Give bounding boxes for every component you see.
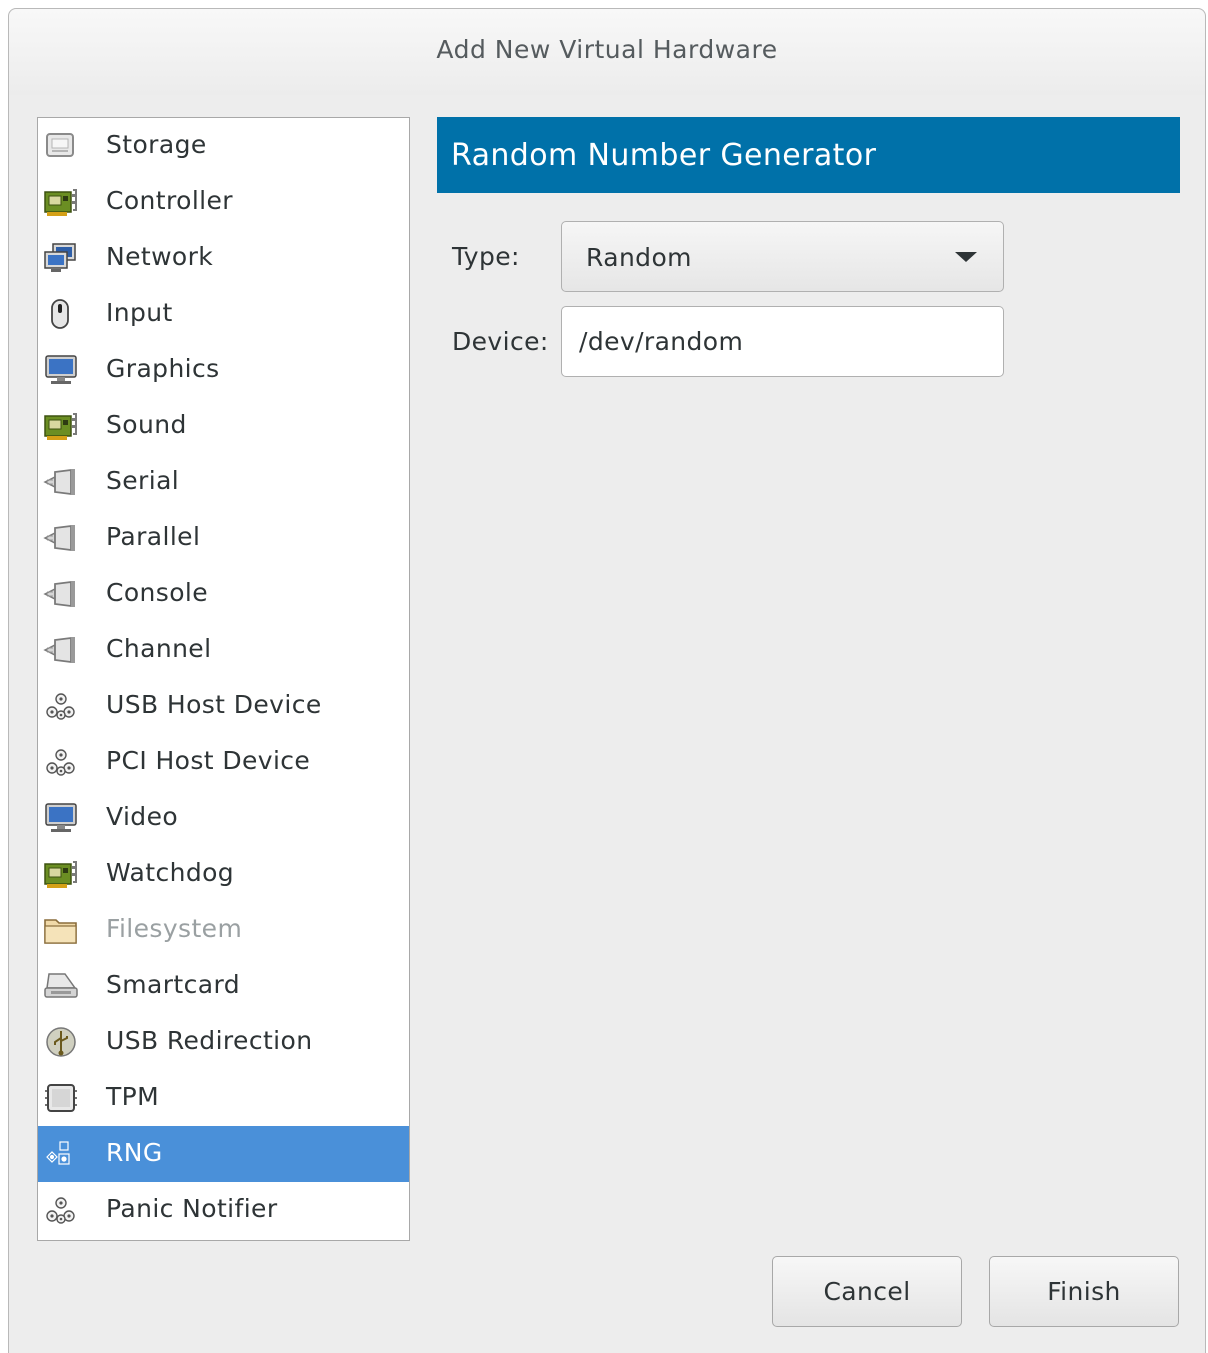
hardware-item-label: TPM — [106, 1082, 160, 1111]
hardware-item-label: Panic Notifier — [106, 1194, 278, 1223]
usb-redirection-icon — [43, 1026, 79, 1058]
rng-icon — [43, 1138, 79, 1170]
finish-button[interactable]: Finish — [989, 1256, 1179, 1327]
hardware-item-label: Smartcard — [106, 970, 240, 999]
hardware-item-console[interactable]: Console — [38, 566, 409, 622]
hardware-item-label: Controller — [106, 186, 233, 215]
hardware-item-serial[interactable]: Serial — [38, 454, 409, 510]
type-label: Type: — [452, 242, 520, 271]
hardware-item-label: USB Redirection — [106, 1026, 313, 1055]
hardware-item-input[interactable]: Input — [38, 286, 409, 342]
type-combobox-value: Random — [586, 243, 692, 272]
hardware-item-watchdog[interactable]: Watchdog — [38, 846, 409, 902]
sound-card-icon — [43, 410, 79, 442]
dropdown-arrow-icon — [955, 252, 977, 262]
dialog-title: Add New Virtual Hardware — [436, 35, 778, 64]
hardware-item-graphics[interactable]: Graphics — [38, 342, 409, 398]
hardware-item-smartcard[interactable]: Smartcard — [38, 958, 409, 1014]
pci-host-device-icon — [43, 746, 79, 778]
hardware-item-usb-redirection[interactable]: USB Redirection — [38, 1014, 409, 1070]
hardware-item-label: Watchdog — [106, 858, 235, 887]
network-icon — [43, 242, 79, 274]
hardware-item-label: Filesystem — [106, 914, 243, 943]
hardware-item-storage[interactable]: Storage — [38, 118, 409, 174]
mouse-icon — [43, 298, 79, 330]
dialog-titlebar[interactable]: Add New Virtual Hardware — [9, 9, 1205, 95]
hardware-item-filesystem[interactable]: Filesystem — [38, 902, 409, 958]
video-icon — [43, 802, 79, 834]
hardware-item-controller[interactable]: Controller — [38, 174, 409, 230]
smartcard-icon — [43, 970, 79, 1002]
type-combobox[interactable]: Random — [561, 221, 1004, 292]
hardware-type-list[interactable]: Storage Controller Network Input Graphics Sou… — [37, 117, 410, 1241]
device-input[interactable] — [561, 306, 1004, 377]
hardware-item-sound[interactable]: Sound — [38, 398, 409, 454]
hardware-item-video[interactable]: Video — [38, 790, 409, 846]
hardware-item-label: Serial — [106, 466, 180, 495]
usb-host-device-icon — [43, 690, 79, 722]
panic-notifier-icon — [43, 1194, 79, 1226]
hardware-item-label: Channel — [106, 634, 212, 663]
hardware-item-tpm[interactable]: TPM — [38, 1070, 409, 1126]
hardware-item-label: Parallel — [106, 522, 201, 551]
folder-icon — [43, 914, 79, 946]
monitor-icon — [43, 354, 79, 386]
section-header: Random Number Generator — [437, 117, 1180, 193]
parallel-icon — [43, 522, 79, 554]
add-hardware-dialog: Add New Virtual Hardware Storage Controll… — [8, 8, 1206, 1353]
hardware-item-label: Sound — [106, 410, 187, 439]
hardware-item-pci-host-device[interactable]: PCI Host Device — [38, 734, 409, 790]
hardware-item-label: RNG — [106, 1138, 163, 1167]
channel-icon — [43, 634, 79, 666]
console-icon — [43, 578, 79, 610]
serial-icon — [43, 466, 79, 498]
hardware-item-panic-notifier[interactable]: Panic Notifier — [38, 1182, 409, 1238]
controller-icon — [43, 186, 79, 218]
hardware-item-label: USB Host Device — [106, 690, 322, 719]
section-title: Random Number Generator — [451, 138, 877, 173]
tpm-chip-icon — [43, 1082, 79, 1114]
hardware-item-label: Storage — [106, 130, 207, 159]
hardware-item-label: Input — [106, 298, 173, 327]
cancel-button[interactable]: Cancel — [772, 1256, 962, 1327]
watchdog-icon — [43, 858, 79, 890]
hardware-item-network[interactable]: Network — [38, 230, 409, 286]
storage-icon — [43, 130, 79, 162]
hardware-item-parallel[interactable]: Parallel — [38, 510, 409, 566]
hardware-item-usb-host-device[interactable]: USB Host Device — [38, 678, 409, 734]
hardware-item-rng[interactable]: RNG — [38, 1126, 409, 1182]
device-label: Device: — [452, 327, 549, 356]
hardware-item-label: Console — [106, 578, 209, 607]
hardware-item-channel[interactable]: Channel — [38, 622, 409, 678]
hardware-item-label: Video — [106, 802, 179, 831]
hardware-item-label: Network — [106, 242, 214, 271]
hardware-item-label: Graphics — [106, 354, 220, 383]
hardware-item-label: PCI Host Device — [106, 746, 311, 775]
